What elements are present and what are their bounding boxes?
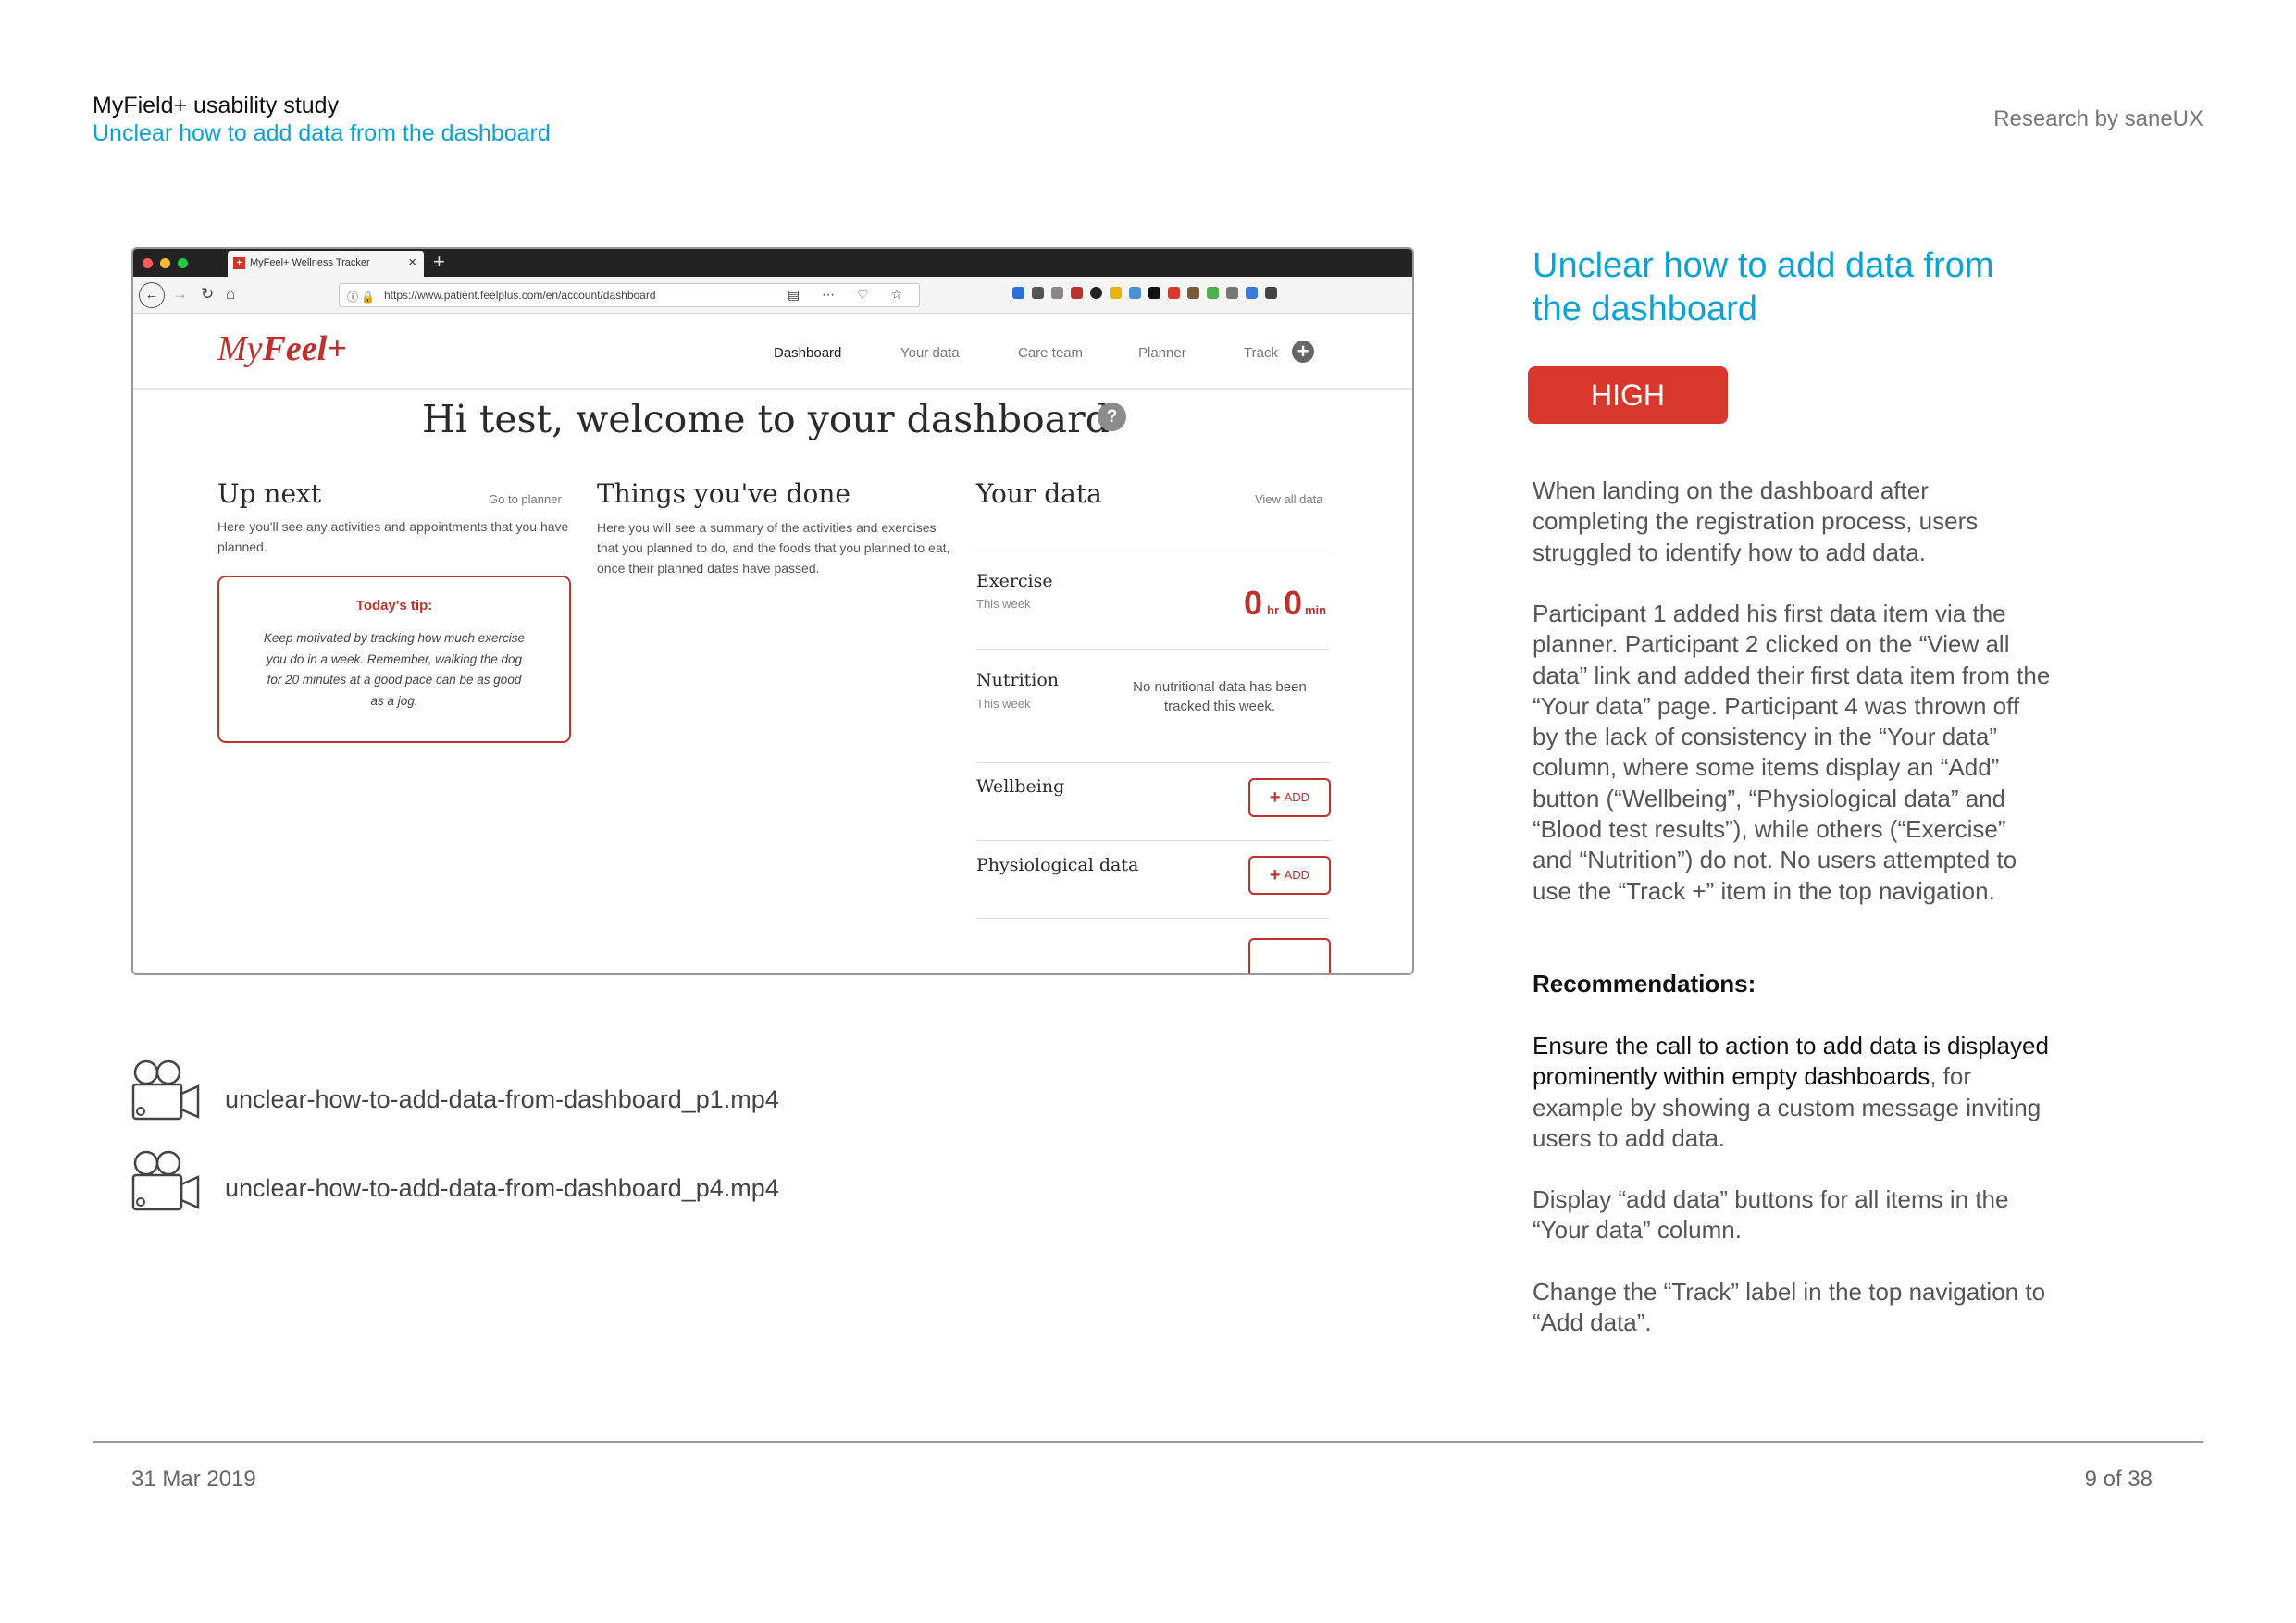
view-all-data-link[interactable]: View all data [1255, 492, 1322, 506]
tip-title: Today's tip: [355, 598, 433, 613]
welcome-heading: Hi test, welcome to your dashboard [422, 397, 1110, 441]
exercise-hours-value: 0 [1244, 584, 1263, 622]
sidebar-icon[interactable] [1051, 287, 1063, 299]
slide-subtitle: Unclear how to add data from the dashboa… [93, 120, 551, 146]
browser-screenshot: + MyFeel+ Wellness Tracker × + ← → ↻ ⌂ ⓘ… [131, 247, 1414, 975]
page-number: 9 of 38 [2084, 1467, 2153, 1492]
extension-icon[interactable] [1246, 287, 1258, 299]
maximize-window-dot[interactable] [178, 258, 188, 268]
download-icon[interactable] [1012, 287, 1024, 299]
exercise-hours-unit: hr [1267, 603, 1279, 617]
lock-icon: ⓘ 🔒 [347, 291, 376, 304]
extension-icons [1012, 287, 1277, 299]
menu-icon[interactable] [1265, 287, 1277, 299]
extension-icon[interactable] [1129, 287, 1141, 299]
nutrition-label: Nutrition [976, 670, 1060, 690]
reload-icon[interactable]: ↻ [201, 285, 214, 304]
recommendation-1: Ensure the call to action to add data is… [1533, 1032, 2049, 1152]
myfeel-logo[interactable]: MyFeel+ [217, 328, 347, 369]
issue-title: Unclear how to add data from the dashboa… [1533, 246, 1994, 328]
recommendations-heading: Recommendations: [1533, 970, 1756, 997]
video-file-p1[interactable]: unclear-how-to-add-data-from-dashboard_p… [225, 1085, 779, 1114]
divider [976, 918, 1330, 919]
nutrition-sub: This week [976, 697, 1031, 711]
help-icon[interactable]: ? [1098, 403, 1126, 431]
recommendation-2: Display “add data” buttons for all items… [1533, 1185, 2009, 1245]
extension-icon[interactable] [1187, 287, 1199, 299]
severity-badge: HIGH [1528, 366, 1728, 424]
video-file-p4[interactable]: unclear-how-to-add-data-from-dashboard_p… [225, 1174, 779, 1203]
plus-icon: + [1269, 865, 1281, 886]
track-plus-icon[interactable]: + [1292, 341, 1314, 363]
tip-body: Keep motivated by tracking how much exer… [263, 631, 526, 708]
home-icon[interactable]: ⌂ [226, 285, 235, 304]
footer-date: 31 Mar 2019 [131, 1467, 256, 1492]
issue-paragraph-2: Participant 1 added his first data item … [1533, 600, 2051, 905]
extension-icon[interactable] [1148, 287, 1160, 299]
exercise-label: Exercise [976, 571, 1053, 591]
things-done-title: Things you've done [597, 478, 850, 509]
recommendation-3: Change the “Track” label in the top navi… [1533, 1278, 2046, 1337]
study-title: MyField+ usability study [93, 93, 340, 118]
physiological-add-button[interactable]: + ADD [1248, 856, 1331, 895]
extension-icon[interactable] [1168, 287, 1180, 299]
url-text: https://www.patient.feelplus.com/en/acco… [384, 289, 656, 302]
extension-icon[interactable] [1226, 287, 1238, 299]
page-actions-icon[interactable]: ▤ ⋯ ♡ ☆ [788, 287, 912, 303]
browser-tab[interactable]: + MyFeel+ Wellness Tracker × [228, 251, 424, 277]
footer-divider [93, 1441, 2203, 1443]
wellbeing-label: Wellbeing [976, 776, 1065, 797]
divider [976, 762, 1330, 763]
up-next-text: Here you'll see any activities and appoi… [217, 519, 569, 554]
extension-icon[interactable] [1207, 287, 1219, 299]
extension-icon[interactable] [1110, 287, 1122, 299]
exercise-minutes-unit: min [1305, 603, 1327, 617]
issue-paragraph-1: When landing on the dashboard after comp… [1533, 477, 1979, 566]
recommendation-1-emphasis: Ensure the call to action to add data is… [1533, 1032, 2049, 1091]
app-page: MyFeel+ Dashboard Your data Care team Pl… [133, 314, 1412, 973]
new-tab-icon[interactable]: + [433, 250, 445, 274]
exercise-sub: This week [976, 597, 1031, 611]
todays-tip-box: Today's tip: Keep motivated by tracking … [217, 576, 571, 743]
forward-icon[interactable]: → [172, 285, 188, 304]
tab-title: MyFeel+ Wellness Tracker [250, 257, 370, 268]
nav-care-team[interactable]: Care team [1018, 345, 1083, 361]
things-done-text: Here you will see a summary of the activ… [597, 520, 950, 576]
video-camera-icon [131, 1059, 200, 1121]
nav-planner[interactable]: Planner [1138, 345, 1186, 361]
wellbeing-add-button[interactable]: + ADD [1248, 778, 1331, 817]
app-header-divider [133, 388, 1412, 390]
divider [976, 649, 1330, 650]
close-window-dot[interactable] [143, 258, 153, 268]
close-tab-icon[interactable]: × [408, 254, 416, 270]
extension-icon[interactable] [1090, 287, 1102, 299]
blood-test-add-button-cropped[interactable] [1248, 938, 1331, 973]
nav-your-data[interactable]: Your data [900, 345, 960, 361]
browser-tab-bar: + MyFeel+ Wellness Tracker × + [133, 249, 1412, 277]
physiological-label: Physiological data [976, 855, 1139, 875]
up-next-title: Up next [217, 478, 322, 509]
ublock-icon[interactable] [1071, 287, 1083, 299]
nav-dashboard[interactable]: Dashboard [774, 345, 841, 361]
go-to-planner-link[interactable]: Go to planner [489, 492, 562, 506]
url-bar[interactable]: ⓘ 🔒 https://www.patient.feelplus.com/en/… [339, 283, 920, 307]
exercise-minutes-value: 0 [1284, 584, 1303, 622]
back-icon[interactable]: ← [139, 282, 165, 308]
divider [976, 840, 1330, 841]
favicon-icon: + [233, 257, 245, 269]
research-credit: Research by saneUX [1993, 106, 2203, 131]
library-icon[interactable] [1032, 287, 1044, 299]
your-data-title: Your data [976, 478, 1102, 509]
nutrition-empty-message: No nutritional data has been tracked thi… [1133, 679, 1307, 714]
video-camera-icon [131, 1150, 200, 1211]
browser-nav-bar: ← → ↻ ⌂ ⓘ 🔒 https://www.patient.feelplus… [133, 277, 1412, 314]
plus-icon: + [1269, 787, 1281, 808]
nav-track[interactable]: Track [1244, 345, 1278, 361]
minimize-window-dot[interactable] [160, 258, 170, 268]
